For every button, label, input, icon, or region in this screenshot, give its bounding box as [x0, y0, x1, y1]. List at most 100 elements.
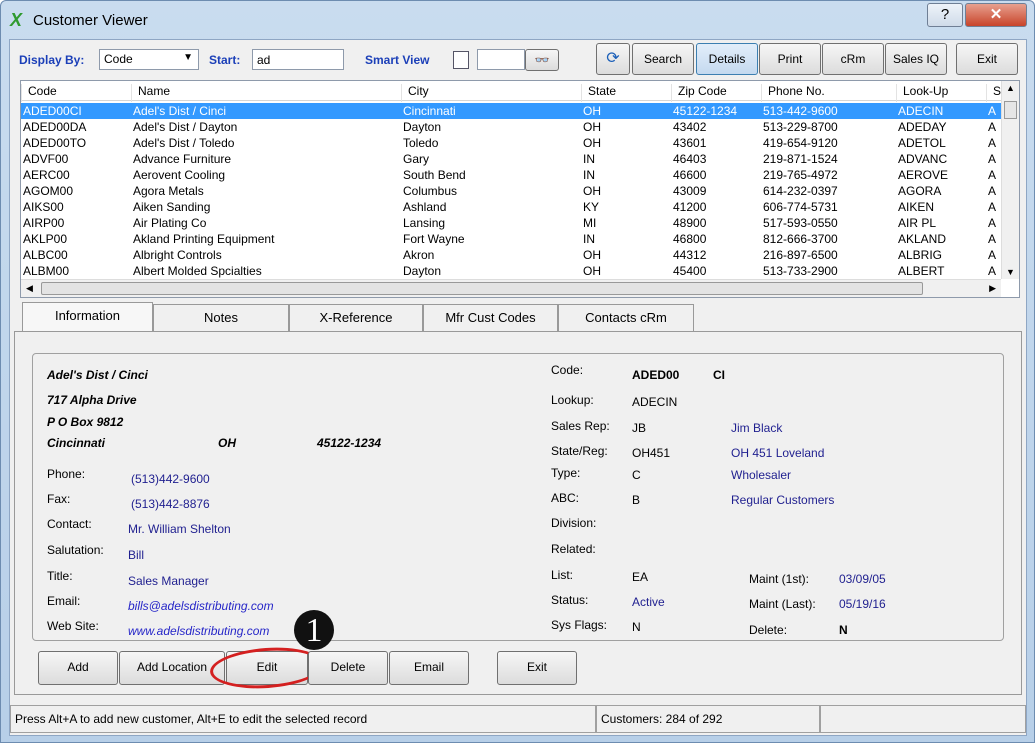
- table-cell: Cincinnati: [403, 104, 456, 118]
- customer-info-panel: Adel's Dist / Cinci 717 Alpha Drive P O …: [32, 353, 1004, 641]
- delete-button[interactable]: Delete: [308, 651, 388, 685]
- smart-view-checkbox[interactable]: [453, 51, 469, 69]
- customer-name: Adel's Dist / Cinci: [47, 368, 148, 382]
- table-cell: 513-229-8700: [763, 120, 838, 134]
- table-cell: Columbus: [403, 184, 458, 198]
- column-header[interactable]: Look-Up: [896, 84, 948, 102]
- app-logo-icon: X: [10, 10, 23, 30]
- customer-grid[interactable]: Code Name City State Zip Code Phone No. Look-U…: [20, 80, 1020, 298]
- print-button[interactable]: Print: [759, 43, 821, 75]
- table-cell: AERC00: [23, 168, 70, 182]
- table-cell: Aiken Sanding: [133, 200, 211, 214]
- display-by-select[interactable]: Code ▼: [99, 49, 199, 70]
- smart-view-input[interactable]: [477, 49, 525, 70]
- table-row[interactable]: AKLP00 Akland Printing Equipment Fort Wayn…: [21, 231, 1001, 247]
- column-header[interactable]: Zip Code: [671, 84, 727, 102]
- field-value[interactable]: www.adelsdistributing.com: [128, 624, 269, 638]
- tab-x-reference[interactable]: X-Reference: [289, 304, 423, 332]
- tab-information[interactable]: Information: [22, 302, 153, 332]
- table-row[interactable]: ADVF00 Advance Furniture Gary IN 46403 219-87…: [21, 151, 1001, 167]
- table-row[interactable]: ALBC00 Albright Controls Akron OH 44312 216-8…: [21, 247, 1001, 263]
- field-label: Web Site:: [47, 619, 99, 633]
- table-cell: ADVF00: [23, 152, 69, 166]
- table-cell: AIRP00: [23, 216, 65, 230]
- start-input[interactable]: [252, 49, 344, 70]
- table-cell: A: [988, 232, 997, 246]
- table-row[interactable]: AIRP00 Air Plating Co Lansing MI 48900 517-59…: [21, 215, 1001, 231]
- table-cell: A: [988, 184, 997, 198]
- tab-notes[interactable]: Notes: [153, 304, 289, 332]
- column-header[interactable]: Name: [131, 84, 170, 102]
- table-cell: Advance Furniture: [133, 152, 232, 166]
- vertical-scrollbar[interactable]: ▲ ▼: [1001, 81, 1019, 279]
- crm-button[interactable]: cRm: [822, 43, 884, 75]
- add-location-button[interactable]: Add Location: [119, 651, 225, 685]
- column-header[interactable]: Phone No.: [761, 84, 825, 102]
- column-header[interactable]: Code: [21, 84, 57, 102]
- table-cell: 45400: [673, 264, 707, 278]
- table-row[interactable]: AERC00 Aerovent Cooling South Bend IN 46600 2…: [21, 167, 1001, 183]
- binoculars-find-button[interactable]: 👓: [525, 49, 559, 71]
- table-row[interactable]: ADED00TO Adel's Dist / Toledo Toledo OH 4360…: [21, 135, 1001, 151]
- tab-contacts-crm[interactable]: Contacts cRm: [558, 304, 694, 332]
- table-row[interactable]: ADED00DA Adel's Dist / Dayton Dayton OH 4340…: [21, 119, 1001, 135]
- scroll-down-icon: ▼: [1006, 267, 1015, 277]
- field-value: Active: [632, 595, 665, 609]
- scroll-right-icon: ▶: [989, 283, 996, 293]
- field-label: Lookup:: [551, 393, 594, 407]
- field-desc: Regular Customers: [731, 493, 835, 507]
- exit-toolbar-button[interactable]: Exit: [956, 43, 1018, 75]
- address-zip: 45122-1234: [317, 436, 382, 450]
- horizontal-scroll-thumb[interactable]: [41, 282, 923, 295]
- scroll-left-icon: ◀: [26, 283, 33, 293]
- table-cell: 44312: [673, 248, 707, 262]
- status-panel-empty: [820, 705, 1026, 733]
- search-button[interactable]: Search: [632, 43, 694, 75]
- field-desc: Wholesaler: [731, 468, 792, 482]
- refresh-button[interactable]: ⟳: [596, 43, 630, 75]
- table-cell: 45122-1234: [673, 104, 738, 118]
- table-cell: 43009: [673, 184, 707, 198]
- table-row[interactable]: AGOM00 Agora Metals Columbus OH 43009 614-232…: [21, 183, 1001, 199]
- exit-button[interactable]: Exit: [497, 651, 577, 685]
- table-cell: ADED00CI: [23, 104, 82, 118]
- field-value[interactable]: bills@adelsdistributing.com: [128, 599, 274, 613]
- table-cell: AGORA: [898, 184, 942, 198]
- table-cell: ADETOL: [898, 136, 946, 150]
- table-cell: Toledo: [403, 136, 439, 150]
- table-row[interactable]: AIKS00 Aiken Sanding Ashland KY 41200 606-774…: [21, 199, 1001, 215]
- table-cell: A: [988, 168, 997, 182]
- table-cell: MI: [583, 216, 597, 230]
- start-label: Start:: [209, 53, 241, 67]
- table-cell: 517-593-0550: [763, 216, 838, 230]
- sales-iq-button[interactable]: Sales IQ: [885, 43, 947, 75]
- table-cell: Adel's Dist / Toledo: [133, 136, 235, 150]
- horizontal-scrollbar[interactable]: ◀ ▶: [21, 279, 1001, 297]
- column-header[interactable]: S: [986, 84, 1001, 102]
- table-cell: Fort Wayne: [403, 232, 465, 246]
- column-header[interactable]: City: [401, 84, 429, 102]
- help-button[interactable]: ?: [927, 3, 963, 27]
- table-cell: Adel's Dist / Cinci: [133, 104, 226, 118]
- field-desc: OH 451 Loveland: [731, 446, 825, 460]
- vertical-scroll-thumb[interactable]: [1004, 101, 1017, 119]
- field-label: Salutation:: [47, 543, 104, 557]
- email-button[interactable]: Email: [389, 651, 469, 685]
- tab-mfr-cust-codes[interactable]: Mfr Cust Codes: [423, 304, 558, 332]
- code-value: ADED00: [632, 368, 680, 382]
- field-label: State/Reg:: [551, 444, 608, 458]
- details-button[interactable]: Details: [696, 43, 758, 75]
- table-cell: AIKEN: [898, 200, 935, 214]
- delete-label: Delete:: [749, 623, 788, 637]
- code-suffix: CI: [713, 368, 725, 382]
- table-cell: 513-442-9600: [763, 104, 838, 118]
- chevron-down-icon: ▼: [183, 52, 193, 63]
- close-button[interactable]: ✕: [965, 3, 1027, 27]
- maint-first-label: Maint (1st):: [749, 572, 810, 586]
- table-cell: ALBRIG: [898, 248, 943, 262]
- table-row[interactable]: ALBM00 Albert Molded Spcialties Dayton OH 45…: [21, 263, 1001, 279]
- callout-badge: 1: [294, 610, 334, 650]
- add-button[interactable]: Add: [38, 651, 118, 685]
- column-header[interactable]: State: [581, 84, 616, 102]
- table-row[interactable]: ADED00CI Adel's Dist / Cinci Cincinnati OH 4…: [21, 103, 1001, 119]
